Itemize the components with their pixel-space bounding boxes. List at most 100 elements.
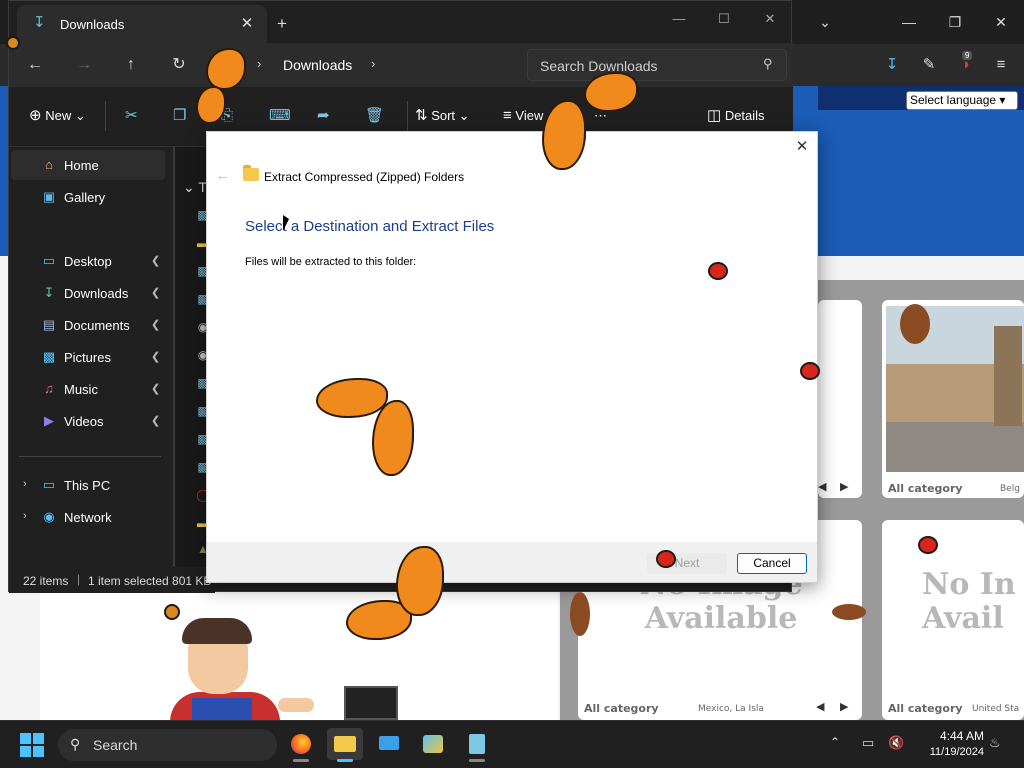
language-select[interactable]: Select language ▾: [906, 91, 1018, 110]
next-arrow-icon[interactable]: ▶: [840, 700, 848, 713]
status-bar: 22 items | 1 item selected 801 KB: [9, 567, 215, 593]
next-arrow-icon[interactable]: ▶: [840, 480, 848, 493]
start-button[interactable]: [20, 733, 44, 757]
card-category: All category: [888, 702, 963, 715]
close-dialog-button[interactable]: ✕: [791, 136, 813, 158]
close-window-button[interactable]: ✕: [758, 7, 782, 31]
clock-time[interactable]: 4:44 AM: [934, 729, 984, 743]
delete-button[interactable]: 🗑: [365, 105, 384, 127]
sidebar-item-music[interactable]: ♫ Music ❮: [11, 374, 165, 404]
browser-close-button[interactable]: ✕: [989, 10, 1013, 34]
pin-icon[interactable]: ❮: [151, 382, 160, 395]
sidebar-item-pictures[interactable]: ▩ Pictures ❮: [11, 342, 165, 372]
copy-icon: ❐: [173, 107, 187, 124]
extract-wizard-dialog: ✕ ← Extract Compressed (Zipped) Folders …: [206, 131, 818, 583]
refresh-icon[interactable]: ↻: [166, 53, 192, 77]
breadcrumb-downloads[interactable]: Downloads: [283, 57, 352, 73]
sidebar-item-label: Music: [64, 382, 98, 397]
pin-icon[interactable]: ❮: [151, 414, 160, 427]
close-tab-icon[interactable]: ✕: [236, 13, 258, 35]
next-button[interactable]: Next: [647, 553, 727, 574]
remote-desktop-app-icon[interactable]: [371, 728, 407, 760]
browser-minimize-button[interactable]: —: [897, 10, 921, 34]
show-hidden-icons-chevron-icon[interactable]: ⌃: [830, 735, 840, 749]
pin-icon[interactable]: ❮: [151, 254, 160, 267]
search-input[interactable]: Search Downloads ⚲: [527, 49, 787, 81]
card-location: United Sta: [972, 704, 1020, 714]
sidebar-item-gallery[interactable]: ▣ Gallery: [11, 182, 165, 212]
details-pane-icon: ◫: [707, 107, 722, 124]
taskbar-search[interactable]: ⚲ Search: [58, 729, 277, 761]
file-explorer-app-icon[interactable]: [327, 728, 363, 760]
card-location: Belg: [1000, 484, 1020, 494]
video-thumbnail[interactable]: [344, 686, 398, 720]
prev-arrow-icon[interactable]: ◀: [818, 480, 826, 493]
item-count: 22 items: [23, 574, 69, 588]
gallery-icon: ▣: [42, 189, 56, 204]
expand-chevron-icon[interactable]: ›: [23, 478, 27, 490]
webcam-card-united-states[interactable]: No In Avail All category United Sta: [882, 520, 1024, 720]
more-options-button[interactable]: ⋯: [594, 105, 607, 127]
installer-app-icon[interactable]: [459, 728, 495, 760]
home-icon: ⌂: [45, 157, 53, 172]
speaker-muted-icon[interactable]: 🔇: [888, 735, 904, 751]
sidebar-item-downloads[interactable]: ↧ Downloads ❮: [11, 278, 165, 308]
sort-button[interactable]: ⇅ Sort ⌄: [415, 105, 470, 127]
details-button[interactable]: ◫ Details: [707, 105, 765, 127]
photos-app-icon[interactable]: [415, 728, 451, 760]
prev-arrow-icon[interactable]: ◀: [816, 700, 824, 713]
cancel-button[interactable]: Cancel: [737, 553, 807, 574]
extensions-icon[interactable]: ✎: [916, 52, 942, 78]
pin-icon[interactable]: ❮: [151, 350, 160, 363]
browser-restore-button[interactable]: ❐: [943, 10, 967, 34]
clock-date[interactable]: 11/19/2024: [918, 746, 984, 758]
webcam-card[interactable]: ◀ ▶: [818, 300, 862, 498]
sidebar-item-network[interactable]: › ◉ Network: [11, 502, 165, 532]
devices-icon[interactable]: ▭: [862, 735, 874, 751]
network-icon: ◉: [43, 509, 55, 524]
pin-icon[interactable]: ❮: [151, 286, 160, 299]
downloads-icon: ↧: [33, 14, 46, 31]
sidebar-item-videos[interactable]: ▶ Videos ❮: [11, 406, 165, 436]
sidebar-item-documents[interactable]: ▤ Documents ❮: [11, 310, 165, 340]
download-icon[interactable]: ↧: [879, 52, 905, 78]
copy-button[interactable]: ❐: [173, 105, 186, 127]
sidebar-item-this-pc[interactable]: › ▭ This PC: [11, 470, 165, 500]
belfry-tower: [994, 326, 1022, 426]
notification-bell-icon[interactable]: ♨: [989, 735, 1001, 751]
sidebar-divider: [19, 456, 161, 457]
webcam-card-belgium[interactable]: All category Belg: [882, 300, 1024, 498]
sidebar-item-label: Home: [64, 158, 99, 173]
menu-icon[interactable]: ≡: [988, 52, 1014, 78]
destination-label: Files will be extracted to this folder:: [245, 256, 417, 268]
navigation-pane: ⌂ Home ▣ Gallery ▭ Desktop ❮ ↧ Downloads…: [9, 147, 167, 567]
new-button[interactable]: ⊕ New ⌄: [29, 105, 86, 127]
share-icon: ➦: [317, 107, 330, 124]
pin-icon[interactable]: ❮: [151, 318, 160, 331]
tab-list-chevron-icon[interactable]: ⌄: [813, 10, 837, 34]
back-arrow-icon[interactable]: ←: [22, 53, 48, 77]
mascot-illustration: [170, 618, 314, 722]
share-button[interactable]: ➦: [317, 105, 330, 127]
breadcrumb-chevron-icon[interactable]: ›: [371, 56, 375, 71]
firefox-app-icon[interactable]: [283, 728, 319, 760]
new-tab-button[interactable]: +: [271, 13, 293, 35]
paste-button[interactable]: ⎘: [221, 105, 233, 127]
expand-chevron-icon[interactable]: ›: [23, 510, 27, 522]
minimize-button[interactable]: —: [667, 7, 691, 31]
card-location: Mexico, La Isla: [698, 704, 764, 714]
sidebar-item-desktop[interactable]: ▭ Desktop ❮: [11, 246, 165, 276]
forward-arrow-icon[interactable]: →: [71, 53, 97, 77]
tab-downloads[interactable]: ↧ Downloads ✕: [17, 5, 267, 43]
back-arrow-icon[interactable]: ←: [213, 167, 233, 185]
zip-folder-icon: [243, 168, 259, 181]
rename-button[interactable]: ⌨: [269, 105, 291, 127]
up-arrow-icon[interactable]: ↑: [118, 53, 144, 77]
maximize-button[interactable]: ☐: [712, 7, 736, 31]
breadcrumb-chevron-icon[interactable]: ›: [257, 56, 261, 71]
cut-button[interactable]: ✂: [125, 105, 138, 127]
sidebar-item-home[interactable]: ⌂ Home: [11, 150, 165, 180]
address-bar[interactable]: › Downloads ›: [221, 49, 517, 81]
view-button[interactable]: ≡ View: [503, 105, 543, 127]
scissors-icon: ✂: [125, 107, 138, 124]
